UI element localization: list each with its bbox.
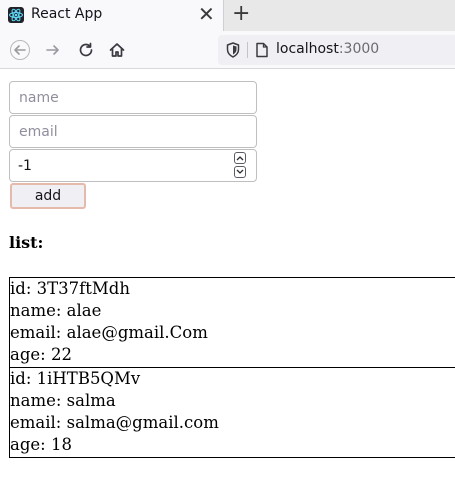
back-arrow-icon[interactable] <box>8 38 32 62</box>
name-input[interactable] <box>9 81 257 114</box>
email-input[interactable] <box>9 115 257 148</box>
add-button[interactable]: add <box>10 183 86 209</box>
chevron-down-icon[interactable] <box>234 166 246 178</box>
tab-title: React App <box>31 6 103 22</box>
url-separator <box>247 42 248 58</box>
age-spinner[interactable] <box>234 152 248 179</box>
shield-icon[interactable] <box>226 42 240 62</box>
url-port: :3000 <box>338 41 380 57</box>
url-bar[interactable]: localhost:3000 <box>218 35 455 65</box>
url-text[interactable]: localhost:3000 <box>276 41 379 57</box>
close-icon[interactable]: ✕ <box>198 2 215 26</box>
list-item: id: 3T37ftMdh name: alae email: alae@gma… <box>9 277 455 368</box>
browser-tab[interactable]: React App ✕ <box>0 0 224 31</box>
item-email: email: alae@gmail.Com <box>10 323 208 342</box>
react-icon <box>8 7 24 23</box>
forward-arrow-icon[interactable] <box>41 38 65 62</box>
tab-bar: React App ✕ + <box>0 0 455 31</box>
item-name: name: salma <box>10 391 116 410</box>
item-email: email: salma@gmail.com <box>10 413 219 432</box>
list-item: id: 1iHTB5QMv name: salma email: salma@g… <box>9 367 455 458</box>
item-age: age: 18 <box>10 435 72 454</box>
list-heading: list: <box>9 233 44 252</box>
item-name: name: alae <box>10 301 102 320</box>
chevron-up-icon[interactable] <box>234 152 246 164</box>
item-id: id: 3T37ftMdh <box>10 279 130 298</box>
item-id: id: 1iHTB5QMv <box>10 369 141 388</box>
reload-icon[interactable] <box>74 38 98 62</box>
url-host: localhost <box>276 41 339 57</box>
page-icon[interactable] <box>255 42 269 62</box>
item-age: age: 22 <box>10 345 72 364</box>
age-input[interactable] <box>9 149 257 182</box>
navigation-bar: localhost:3000 <box>0 31 455 69</box>
plus-icon[interactable]: + <box>232 1 250 27</box>
home-icon[interactable] <box>105 38 129 62</box>
